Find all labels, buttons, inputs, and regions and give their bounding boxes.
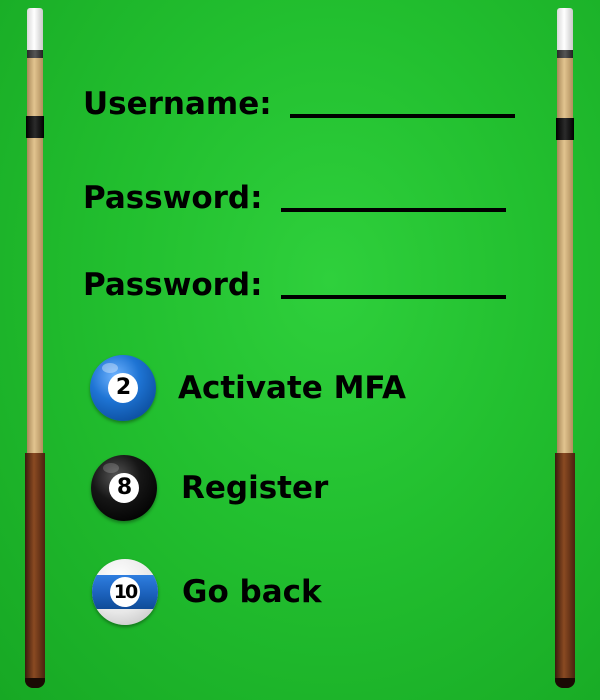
register-label: Register <box>181 470 329 506</box>
password-input[interactable] <box>262 178 492 214</box>
ball-number: 10 <box>113 580 138 603</box>
confirm-password-label: Password: <box>83 267 263 303</box>
confirm-password-input[interactable] <box>262 265 492 301</box>
pool-table-background: Username: Password: Password: 2 Activate… <box>0 0 600 700</box>
confirm-password-field-wrap <box>262 265 506 303</box>
go-back-label: Go back <box>182 574 322 610</box>
activate-mfa-label: Activate MFA <box>178 370 407 406</box>
register-button[interactable]: 8 Register <box>91 455 328 521</box>
pool-cue-right-icon <box>555 8 575 688</box>
username-row: Username: <box>83 84 515 122</box>
ball-number: 8 <box>116 475 132 500</box>
username-input[interactable] <box>271 84 501 120</box>
activate-mfa-button[interactable]: 2 Activate MFA <box>90 355 406 421</box>
username-label: Username: <box>83 86 272 122</box>
username-field-wrap <box>271 84 515 122</box>
go-back-button[interactable]: 10 Go back <box>92 559 322 625</box>
password-row: Password: <box>83 178 506 216</box>
billiard-ball-2-icon: 2 <box>90 355 156 421</box>
password-field-wrap <box>262 178 506 216</box>
billiard-ball-10-icon: 10 <box>92 559 158 625</box>
pool-cue-left-icon <box>25 8 45 688</box>
password-label: Password: <box>83 180 263 216</box>
ball-number: 2 <box>115 375 131 400</box>
billiard-ball-8-icon: 8 <box>91 455 157 521</box>
confirm-password-row: Password: <box>83 265 506 303</box>
